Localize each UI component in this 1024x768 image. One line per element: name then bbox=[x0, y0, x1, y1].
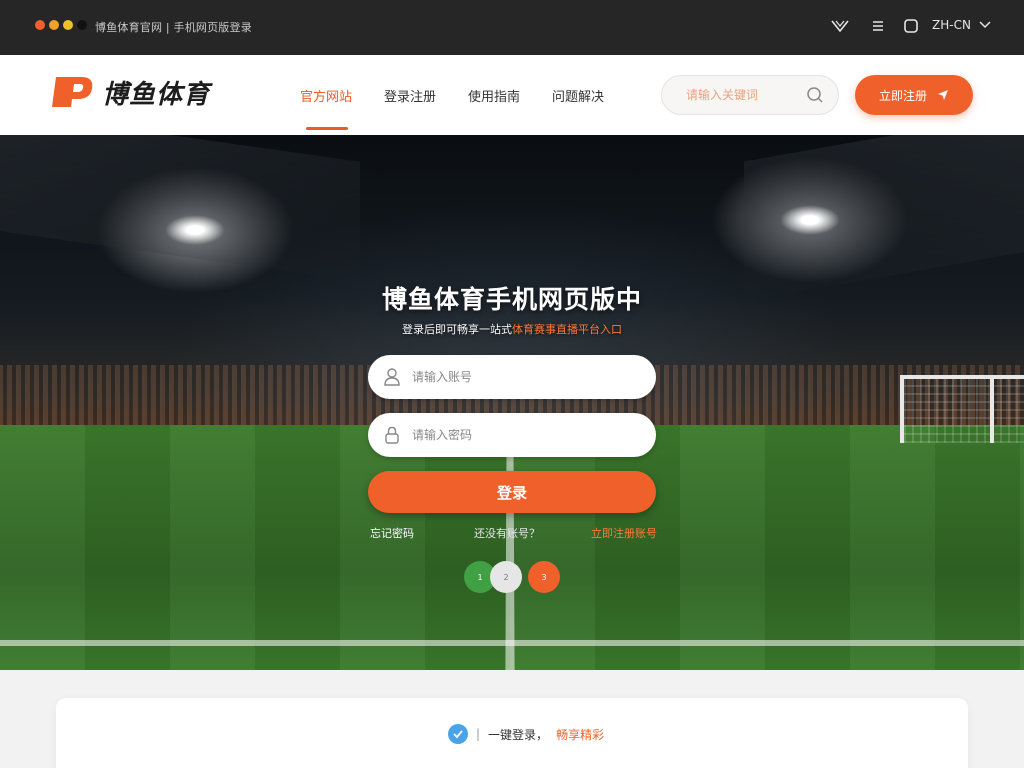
tabs-icon[interactable] bbox=[901, 16, 921, 36]
logo-icon bbox=[52, 77, 93, 107]
hero-subtitle: 登录后即可畅享一站式体育赛事直播平台入口 bbox=[0, 321, 1024, 337]
chevron-down-icon bbox=[979, 21, 991, 29]
password-input[interactable] bbox=[412, 428, 640, 442]
divider-bar: | bbox=[476, 727, 481, 741]
hero-subtitle-text: 登录后即可畅享一站式 bbox=[402, 323, 512, 336]
language-selector[interactable]: ZH-CN bbox=[932, 18, 991, 32]
search-icon[interactable] bbox=[806, 86, 824, 104]
nav-item-login-register[interactable]: 登录注册 bbox=[384, 55, 436, 135]
info-row: | 一键登录， 畅享精彩 bbox=[448, 724, 604, 744]
hero-banner: 博鱼体育手机网页版中 登录后即可畅享一站式体育赛事直播平台入口 登录 忘记密码 … bbox=[0, 135, 1024, 670]
register-button[interactable]: 立即注册 bbox=[855, 75, 973, 115]
register-link[interactable]: 立即注册账号 bbox=[591, 525, 657, 541]
menu-icon[interactable] bbox=[868, 16, 888, 36]
stadium-roof-left bbox=[0, 135, 360, 282]
language-label: ZH-CN bbox=[932, 18, 971, 32]
site-header: 博鱼体育 官方网站 登录注册 使用指南 问题解决 立即注册 bbox=[0, 55, 1024, 135]
browser-title: 博鱼体育官网 | 手机网页版登录 bbox=[95, 21, 252, 34]
nav-item-guide[interactable]: 使用指南 bbox=[468, 55, 520, 135]
logo-text: 博鱼体育 bbox=[102, 79, 211, 110]
pager-dot-2[interactable]: 2 bbox=[490, 561, 522, 593]
login-button[interactable]: 登录 bbox=[368, 471, 656, 513]
user-icon bbox=[384, 368, 400, 386]
maximize-dot[interactable] bbox=[63, 20, 73, 30]
info-card: | 一键登录， 畅享精彩 bbox=[56, 698, 968, 768]
close-dot[interactable] bbox=[35, 20, 45, 30]
password-field bbox=[368, 413, 656, 457]
floodlight-right bbox=[780, 205, 840, 235]
nav-item-official[interactable]: 官方网站 bbox=[300, 55, 352, 135]
send-icon bbox=[938, 90, 948, 100]
search-box bbox=[661, 75, 839, 115]
window-controls bbox=[35, 20, 87, 30]
browser-chrome: 博鱼体育官网 | 手机网页版登录 ZH-CN bbox=[0, 0, 1024, 55]
no-account-text: 还没有账号？ bbox=[474, 527, 540, 540]
register-button-label: 立即注册 bbox=[878, 88, 927, 103]
hero-title: 博鱼体育手机网页版中 bbox=[381, 285, 642, 314]
info-text: 一键登录， bbox=[488, 727, 549, 742]
floodlight-left bbox=[165, 215, 225, 245]
nav-item-help[interactable]: 问题解决 bbox=[552, 55, 604, 135]
pager-dot-3[interactable]: 3 bbox=[528, 561, 560, 593]
check-icon bbox=[448, 724, 468, 744]
search-input[interactable] bbox=[686, 88, 806, 102]
username-field bbox=[368, 355, 656, 399]
hero-subtitle-highlight: 体育赛事直播平台入口 bbox=[512, 323, 622, 336]
slide-pager: 1 2 3 bbox=[464, 561, 560, 593]
username-input[interactable] bbox=[412, 370, 640, 384]
login-links: 忘记密码 还没有账号？ 立即注册账号 bbox=[370, 525, 657, 541]
site-logo[interactable]: 博鱼体育 bbox=[50, 73, 210, 111]
info-highlight[interactable]: 畅享精彩 bbox=[556, 726, 604, 743]
lock-icon bbox=[385, 426, 399, 444]
forgot-password-link[interactable]: 忘记密码 bbox=[370, 525, 414, 541]
minimize-dot[interactable] bbox=[49, 20, 59, 30]
goal-net bbox=[900, 375, 1024, 443]
main-nav: 官方网站 登录注册 使用指南 问题解决 bbox=[300, 55, 636, 135]
extra-dot bbox=[77, 20, 87, 30]
signal-icon[interactable] bbox=[830, 16, 850, 36]
pitch-endline bbox=[0, 640, 1024, 646]
goal-post bbox=[990, 379, 994, 443]
